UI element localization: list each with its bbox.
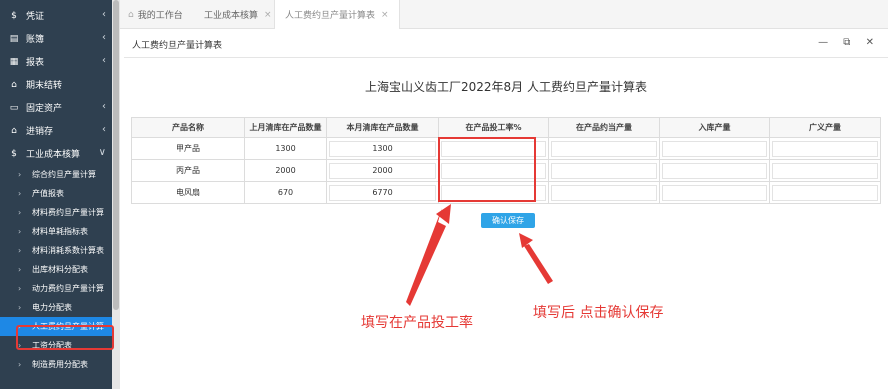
annotation-fill-rate: 填写在产品投工率 (361, 315, 473, 331)
arrow-left (406, 208, 446, 306)
arrow-right (524, 244, 553, 284)
annotation-click-save: 填写后 点击确认保存 (533, 305, 664, 321)
